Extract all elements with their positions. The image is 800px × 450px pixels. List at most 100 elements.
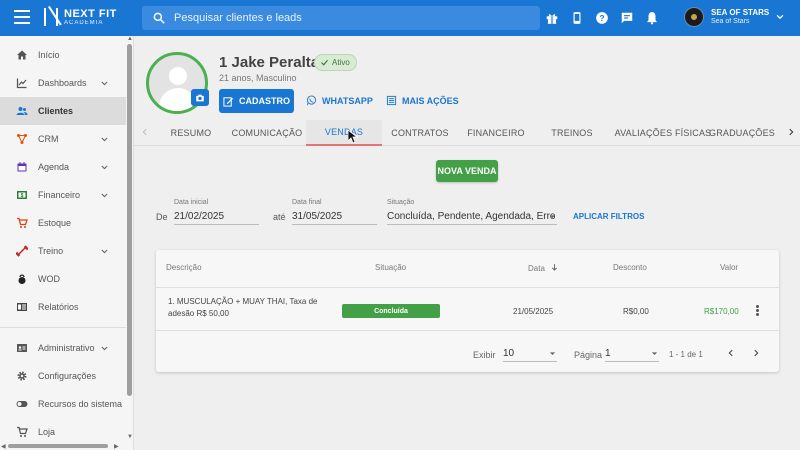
exibir-label: Exibir <box>473 350 496 360</box>
status-chip: Concluída <box>342 304 440 318</box>
chat-icon[interactable] <box>619 10 635 26</box>
scroll-left-icon[interactable]: ◀ <box>1 443 6 450</box>
client-tabs: RESUMO COMUNICAÇÃO VENDAS CONTRATOS FINA… <box>134 120 800 146</box>
status-badge-label: Ativo <box>332 58 350 67</box>
sales-table: Descrição Situação Data Desconto Valor 1… <box>156 250 779 372</box>
chevron-down-icon <box>101 165 108 169</box>
sidebar-item-configuracoes[interactable]: Configurações <box>0 362 126 390</box>
sidebar-horizontal-scrollbar[interactable]: ◀ ▶ <box>0 442 126 450</box>
cadastro-button-label: CADASTRO <box>239 96 290 106</box>
sidebar-item-dashboards[interactable]: Dashboards <box>0 69 126 97</box>
sidebar-item-label: Clientes <box>38 106 74 116</box>
chevron-down-icon <box>101 81 108 85</box>
header-data[interactable]: Data <box>528 263 559 273</box>
search-box[interactable] <box>142 6 540 30</box>
top-icons: ? <box>544 10 669 26</box>
svg-text:$: $ <box>21 193 24 199</box>
scroll-up-icon[interactable]: ▲ <box>127 36 133 42</box>
crm-icon <box>16 133 28 145</box>
whatsapp-icon <box>306 95 317 106</box>
tab-resumo[interactable]: RESUMO <box>160 120 222 146</box>
tab-treinos[interactable]: TREINOS <box>540 120 604 146</box>
mais-acoes-button[interactable]: MAIS AÇÕES <box>386 95 459 106</box>
sidebar-item-clientes[interactable]: Clientes <box>0 97 126 125</box>
data-inicial-label: Data inicial <box>174 199 209 206</box>
tab-graduacoes[interactable]: GRADUAÇÕES <box>709 120 775 146</box>
row-separator <box>156 287 779 288</box>
cell-data: 21/05/2025 <box>513 307 554 316</box>
chevron-down-icon <box>101 193 108 197</box>
sidebar-item-wod[interactable]: WOD <box>0 265 126 293</box>
user-name: SEA OF STARS <box>711 7 770 17</box>
sidebar-item-financeiro[interactable]: $ Financeiro <box>0 181 126 209</box>
help-icon[interactable]: ? <box>594 10 610 26</box>
header-descricao: Descrição <box>166 263 202 272</box>
row-separator <box>156 330 779 331</box>
money-icon: $ <box>16 189 28 201</box>
sidebar-item-administrativo[interactable]: Administrativo <box>0 334 126 362</box>
scroll-right-icon[interactable]: ▶ <box>114 443 119 450</box>
header-desconto: Desconto <box>613 263 647 272</box>
avatar-head-icon <box>169 67 187 85</box>
list-icon <box>386 95 397 106</box>
sidebar-item-label: Estoque <box>38 218 72 228</box>
search-icon <box>153 12 165 24</box>
nova-venda-button[interactable]: NOVA VENDA <box>436 160 498 182</box>
situacao-select-value: Concluída, Pendente, Agendada, Erro <box>387 211 556 222</box>
gift-icon[interactable] <box>544 10 560 26</box>
scroll-thumb[interactable] <box>8 444 108 448</box>
menu-icon[interactable] <box>14 10 30 26</box>
cadastro-button[interactable]: CADASTRO <box>219 89 294 113</box>
sidebar-item-label: Recursos do sistema <box>38 399 123 409</box>
tabs-scroll-left-icon[interactable] <box>140 127 150 137</box>
bell-icon[interactable] <box>644 10 660 26</box>
status-badge: Ativo <box>314 54 357 71</box>
kettlebell-icon <box>16 273 28 285</box>
tab-comunicacao[interactable]: COMUNICAÇÃO <box>230 120 304 146</box>
exibir-select[interactable]: 10 <box>503 346 557 362</box>
user-avatar <box>684 7 704 27</box>
sidebar-item-label: Treino <box>38 246 64 256</box>
situacao-select[interactable]: Concluída, Pendente, Agendada, Erro <box>387 209 557 225</box>
exibir-select-value: 10 <box>503 348 515 359</box>
scroll-down-icon[interactable]: ▼ <box>127 434 133 440</box>
scroll-thumb[interactable] <box>127 44 132 396</box>
aplicar-filtros-button[interactable]: APLICAR FILTROS <box>573 212 644 221</box>
tab-financeiro[interactable]: FINANCEIRO <box>460 120 532 146</box>
sidebar-item-estoque[interactable]: Estoque <box>0 209 126 237</box>
tabs-scroll-right-icon[interactable] <box>786 127 796 137</box>
sidebar-item-treino[interactable]: Treino <box>0 237 126 265</box>
sidebar-item-recursos[interactable]: Recursos do sistema <box>0 390 126 418</box>
mobile-icon[interactable] <box>569 10 585 26</box>
pagina-select[interactable]: 1 <box>605 346 659 362</box>
logo[interactable]: NEXT FIT ACADEMIA <box>44 8 117 26</box>
search-input[interactable] <box>174 12 514 24</box>
people-icon <box>16 105 28 117</box>
sidebar-item-relatorios[interactable]: Relatórios <box>0 293 126 321</box>
calendar-icon <box>16 161 28 173</box>
row-more-icon[interactable] <box>754 305 760 317</box>
tab-avaliacoes-fisicas[interactable]: AVALIAÇÕES FÍSICAS <box>612 120 714 146</box>
sidebar-vertical-scrollbar[interactable]: ▲ ▼ <box>126 36 134 444</box>
top-bar: NEXT FIT ACADEMIA ? SEA OF STARS Sea of … <box>0 0 800 36</box>
sidebar-item-inicio[interactable]: Início <box>0 41 126 69</box>
next-page-icon[interactable] <box>751 348 761 358</box>
data-final-field[interactable]: 31/05/2025 <box>292 209 377 225</box>
prev-page-icon[interactable] <box>726 348 736 358</box>
sidebar-item-label: Configurações <box>38 371 97 381</box>
pagina-select-value: 1 <box>605 348 611 359</box>
sidebar-item-crm[interactable]: CRM <box>0 125 126 153</box>
user-menu[interactable]: SEA OF STARS Sea of Stars <box>684 7 785 27</box>
sort-arrow-down-icon <box>552 264 558 271</box>
whatsapp-button[interactable]: WHATSAPP <box>306 95 373 106</box>
change-photo-button[interactable] <box>191 89 209 106</box>
sidebar-item-label: Agenda <box>38 162 70 172</box>
tab-contratos[interactable]: CONTRATOS <box>386 120 454 146</box>
data-inicial-field[interactable]: 21/02/2025 <box>174 209 259 225</box>
home-icon <box>16 49 28 61</box>
tab-vendas[interactable]: VENDAS <box>306 120 382 146</box>
chevron-down-icon <box>101 249 108 253</box>
toggle-icon <box>16 398 28 410</box>
client-info: 21 anos, Masculino <box>219 73 297 83</box>
sidebar-item-agenda[interactable]: Agenda <box>0 153 126 181</box>
